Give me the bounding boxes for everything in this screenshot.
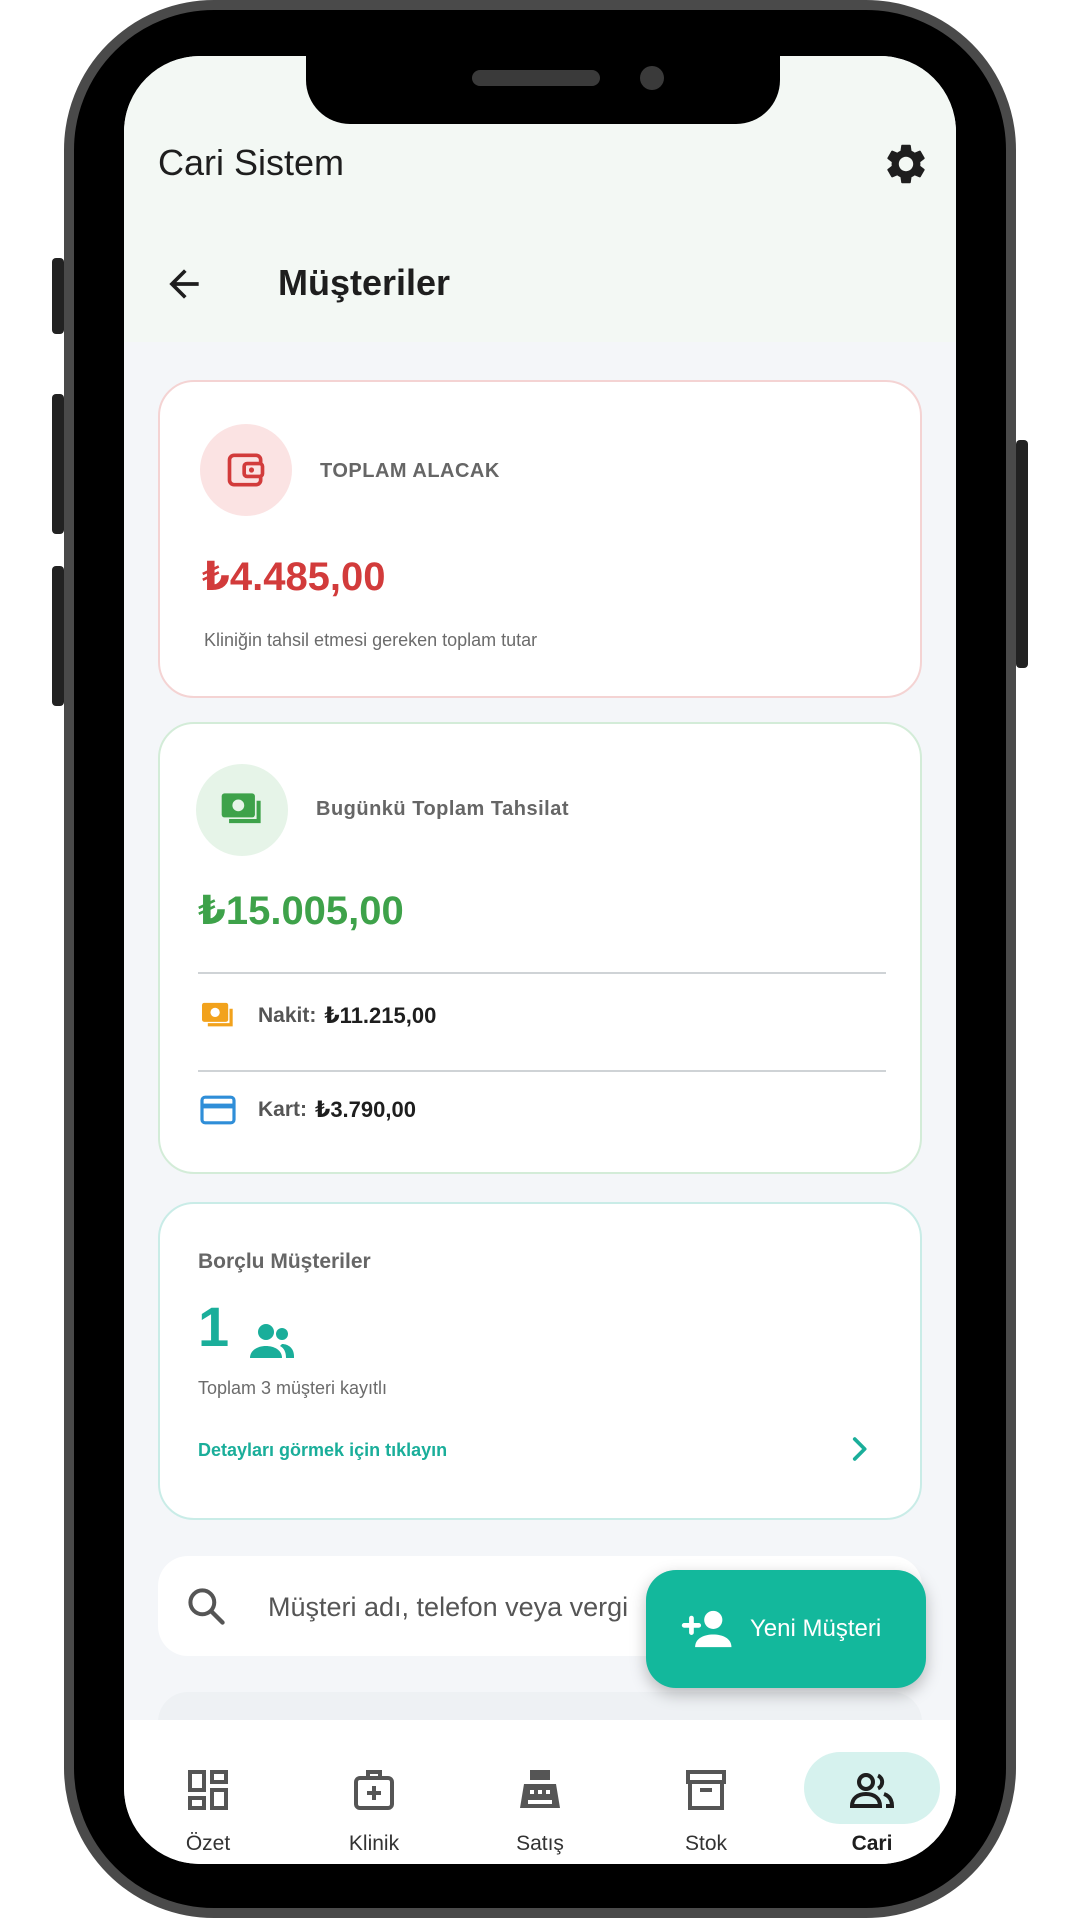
archive-box-icon xyxy=(686,1770,726,1810)
search-input[interactable] xyxy=(266,1582,710,1632)
back-arrow-icon[interactable] xyxy=(162,262,206,306)
money-icon xyxy=(221,793,261,824)
app-title: Cari Sistem xyxy=(158,142,345,183)
new-customer-button[interactable]: Yeni Müşteri xyxy=(646,1570,926,1688)
cash-value: ₺11.215,00 xyxy=(324,1003,437,1028)
people-icon xyxy=(849,1773,895,1808)
divider xyxy=(198,1070,886,1072)
debtors-subtitle: Toplam 3 müşteri kayıtlı xyxy=(198,1378,388,1398)
notch xyxy=(306,40,780,124)
mute-switch xyxy=(52,258,64,334)
search-icon xyxy=(188,1588,225,1625)
total-receivable-card[interactable]: TOPLAM ALACAK ₺4.485,00 Kliniğin tahsil … xyxy=(158,380,922,698)
nav-label: Özet xyxy=(185,1832,231,1855)
divider xyxy=(198,972,886,974)
cash-icon xyxy=(202,1002,233,1027)
volume-up-button xyxy=(52,394,64,534)
settings-gear-icon[interactable] xyxy=(882,140,930,188)
debtors-details-link[interactable]: Detayları görmek için tıklayın xyxy=(198,1440,447,1461)
nav-label: Cari xyxy=(851,1832,893,1855)
cash-label: Nakit: xyxy=(258,1004,317,1027)
receivable-amount: ₺4.485,00 xyxy=(202,555,386,599)
nav-item-ozet[interactable]: Özet xyxy=(140,1720,276,1864)
debtor-customers-card[interactable]: Borçlu Müşteriler 1 Toplam 3 müşteri kay… xyxy=(158,1202,922,1520)
screen: Cari Sistem Müşteriler TOPLAM ALACAK ₺4.… xyxy=(124,56,956,1864)
page-title: Müşteriler xyxy=(278,262,451,303)
nav-item-satis[interactable]: Satış xyxy=(472,1720,608,1864)
people-icon xyxy=(250,1324,294,1358)
cash-register-icon xyxy=(520,1770,560,1808)
nav-item-klinik[interactable]: Klinik xyxy=(306,1720,442,1864)
card-value: ₺3.790,00 xyxy=(315,1097,416,1122)
medical-bag-icon xyxy=(354,1770,394,1810)
dashboard-icon xyxy=(188,1770,228,1810)
wallet-icon-circle xyxy=(200,424,292,516)
chevron-right-icon[interactable] xyxy=(842,1432,876,1466)
money-icon-circle xyxy=(196,764,288,856)
speaker xyxy=(472,70,600,86)
debtors-count: 1 xyxy=(198,1295,230,1358)
nav-label: Stok xyxy=(684,1832,728,1855)
front-camera xyxy=(640,66,664,90)
receivable-label: TOPLAM ALACAK xyxy=(320,460,500,482)
card-row: Kart: ₺3.790,00 xyxy=(198,1090,416,1130)
nav-item-cari[interactable]: Cari xyxy=(804,1720,940,1864)
wallet-icon xyxy=(227,453,265,487)
bottom-navigation: Özet Klinik Satış Stok Cari xyxy=(124,1720,956,1864)
new-customer-label: Yeni Müşteri xyxy=(750,1615,882,1642)
card-label: Kart: xyxy=(258,1098,308,1121)
nav-label: Satış xyxy=(516,1832,564,1855)
credit-card-icon xyxy=(200,1095,236,1125)
collection-label: Bugünkü Toplam Tahsilat xyxy=(316,798,569,820)
collection-amount: ₺15.005,00 xyxy=(198,889,404,933)
receivable-description: Kliniğin tahsil etmesi gereken toplam tu… xyxy=(204,630,538,650)
cash-row: Nakit: ₺11.215,00 xyxy=(198,996,436,1036)
nav-label: Klinik xyxy=(348,1832,400,1855)
today-collection-card[interactable]: Bugünkü Toplam Tahsilat ₺15.005,00 Nakit… xyxy=(158,722,922,1174)
power-button xyxy=(1016,440,1028,668)
nav-item-stok[interactable]: Stok xyxy=(638,1720,774,1864)
debtors-title: Borçlu Müşteriler xyxy=(198,1250,371,1273)
volume-down-button xyxy=(52,566,64,706)
person-add-icon xyxy=(681,1610,732,1648)
